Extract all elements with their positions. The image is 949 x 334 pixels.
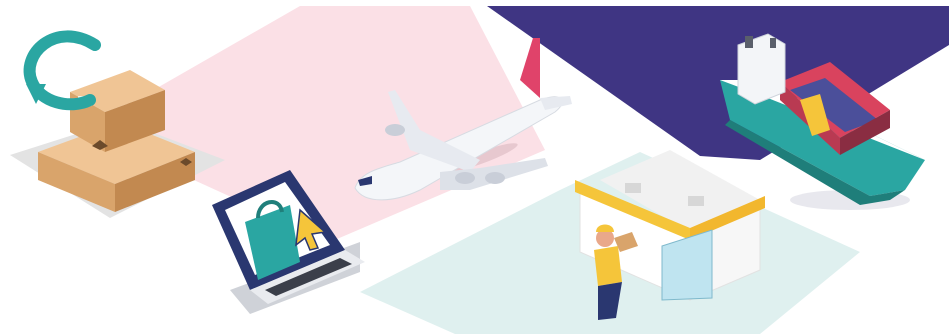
logistics-illustration (10, 6, 949, 334)
plane-tail (520, 38, 540, 98)
purple-zone (487, 6, 949, 160)
